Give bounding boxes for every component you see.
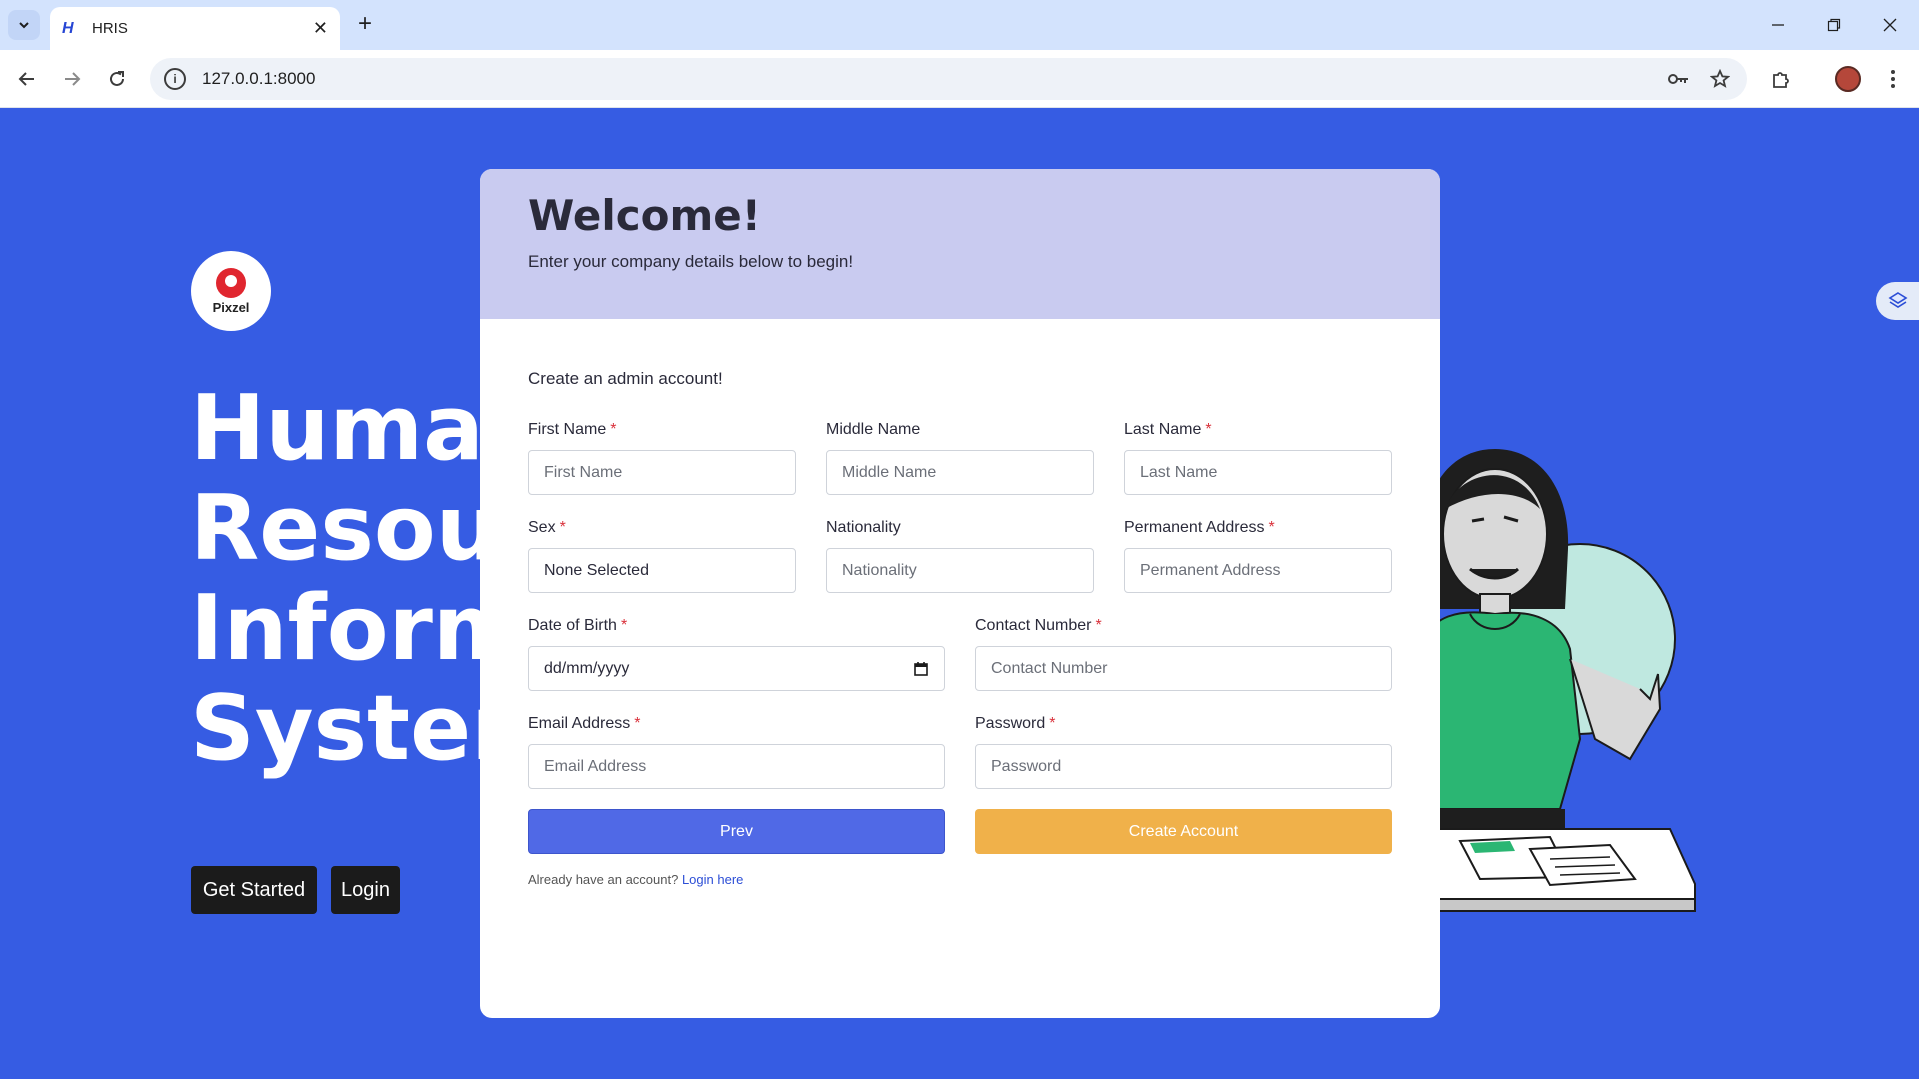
date-of-birth-input[interactable]: dd/mm/yyyy [528,646,945,691]
avatar [1835,66,1861,92]
permanent-address-field: Permanent Address * [1124,519,1392,593]
nationality-field: Nationality [826,519,1094,593]
credentials-row: Email Address* Password* [528,715,1392,789]
browser-tab-bar: H HRIS ✕ + [0,0,1919,50]
company-logo: Pixzel [191,251,271,331]
tab-close-icon[interactable]: ✕ [313,18,328,39]
form-actions: Prev Create Account [528,809,1392,854]
contact-number-label: Contact Number [975,617,1092,634]
get-started-button[interactable]: Get Started [191,866,317,914]
card-body: Create an admin account! First Name* Mid… [480,319,1440,887]
email-label: Email Address [528,715,631,732]
close-window-icon[interactable] [1870,10,1910,40]
prev-button[interactable]: Prev [528,809,945,854]
password-field: Password * [975,715,1392,789]
page-body: Pixzel Human Resources Information Syste… [0,109,1919,1079]
sex-label: Sex [528,519,556,536]
url-text: 127.0.0.1:8000 [202,69,316,88]
site-favicon-icon: H [62,19,74,37]
required-marker: * [610,421,617,438]
login-button[interactable]: Login [331,866,400,914]
middle-name-field: Middle Name [826,421,1094,495]
profile-avatar[interactable] [1833,64,1863,94]
floating-widget-button[interactable] [1876,282,1919,320]
create-account-button[interactable]: Create Account [975,809,1392,854]
woman-illustration [1400,449,1696,912]
hero-title-line: Resources [190,476,480,581]
required-marker: * [559,519,566,536]
card-header: Welcome! Enter your company details belo… [480,169,1440,319]
login-prompt-text: Already have an account? [528,872,679,887]
middle-name-input[interactable] [826,450,1094,495]
logo-text: Pixzel [212,299,250,315]
personal-row: Sex* None Selected Nationality Permanent… [528,519,1392,593]
email-input[interactable] [528,744,945,789]
permanent-address-input[interactable] [1124,548,1392,593]
reload-icon[interactable] [102,64,132,94]
birth-contact-row: Date of Birth * dd/mm/yyyy Contact Number… [528,617,1392,691]
first-name-label: First Name [528,421,607,438]
tab-title: HRIS [92,20,128,37]
date-of-birth-value: dd/mm/yyyy [544,659,630,677]
calendar-icon[interactable] [913,661,929,677]
date-of-birth-field: Date of Birth * dd/mm/yyyy [528,617,945,691]
password-key-icon[interactable] [1666,66,1692,92]
sex-select[interactable]: None Selected [528,548,796,593]
first-name-input[interactable] [528,450,796,495]
hero-title: Human Resources Information System [190,379,480,779]
login-here-link[interactable]: Login here [682,872,743,887]
restore-icon[interactable] [1814,10,1854,40]
permanent-address-label: Permanent Address [1124,519,1265,536]
forward-arrow-icon[interactable] [57,64,87,94]
required-marker: * [634,715,641,732]
nationality-label: Nationality [826,519,901,536]
registration-card: Welcome! Enter your company details belo… [480,169,1440,1018]
password-label: Password [975,715,1046,732]
middle-name-label: Middle Name [826,421,921,438]
required-marker: * [1095,617,1102,634]
required-marker: * [1049,715,1056,732]
login-prompt: Already have an account? Login here [528,872,1392,887]
hero-title-line: Information [190,576,480,681]
name-row: First Name* Middle Name Last Name* [528,421,1392,495]
extensions-puzzle-icon[interactable] [1766,64,1796,94]
email-field: Email Address * [528,715,945,789]
password-input[interactable] [975,744,1392,789]
layers-icon [1887,292,1908,308]
welcome-heading: Welcome! [528,191,761,240]
hero-title-line: System [190,676,480,779]
new-tab-button[interactable]: + [352,12,378,38]
browser-tab-active[interactable]: H HRIS ✕ [50,7,340,50]
hero-title-line: Human [190,379,480,481]
last-name-label: Last Name [1124,421,1202,438]
welcome-subheading: Enter your company details below to begi… [528,252,854,271]
nationality-input[interactable] [826,548,1094,593]
required-marker: * [620,617,628,634]
back-arrow-icon[interactable] [12,64,42,94]
browser-toolbar: i 127.0.0.1:8000 [0,50,1919,108]
last-name-input[interactable] [1124,450,1392,495]
contact-number-input[interactable] [975,646,1392,691]
chevron-down-icon [19,22,29,29]
logo-mark-icon [216,267,246,298]
contact-number-field: Contact Number * [975,617,1392,691]
site-info-icon[interactable]: i [164,68,186,90]
section-title: Create an admin account! [528,369,723,388]
tab-search-button[interactable] [8,10,40,40]
bookmark-star-icon[interactable] [1707,66,1733,92]
sex-field: Sex * None Selected [528,519,796,593]
required-marker: * [1268,519,1275,536]
date-of-birth-label: Date of Birth [528,617,617,634]
minimize-icon[interactable] [1758,10,1798,40]
browser-menu-icon[interactable] [1878,64,1908,94]
required-marker: * [1205,421,1212,438]
first-name-field: First Name * [528,421,796,495]
address-bar[interactable]: i 127.0.0.1:8000 [150,58,1747,100]
last-name-field: Last Name * [1124,421,1392,495]
